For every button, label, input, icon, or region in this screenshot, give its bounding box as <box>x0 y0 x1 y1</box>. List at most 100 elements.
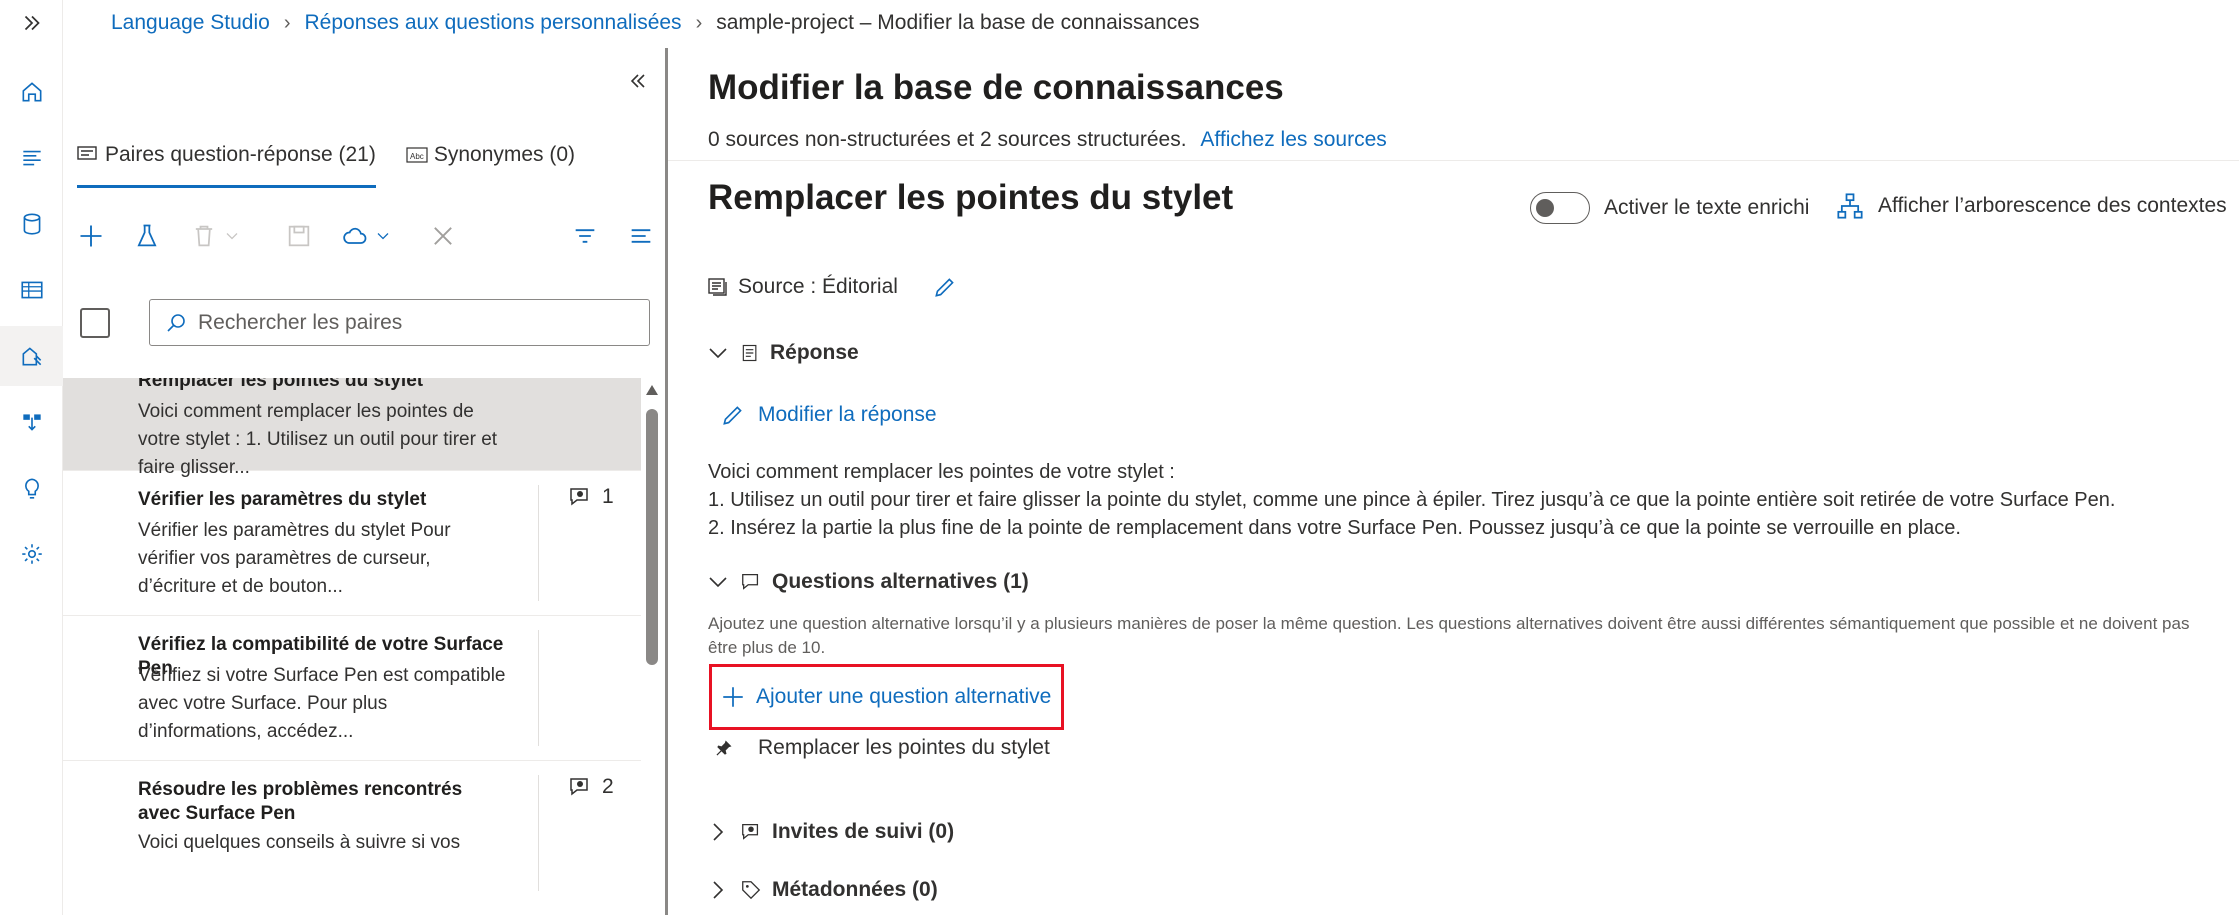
pencil-icon[interactable] <box>932 274 958 300</box>
tab-qna-pairs-label: Paires question-réponse (21) <box>105 143 376 166</box>
database-icon <box>23 213 40 235</box>
hierarchy-icon <box>1837 193 1863 219</box>
publish-button[interactable] <box>341 216 393 256</box>
list-item[interactable]: Remplacer les pointes du stylet Voici co… <box>63 378 641 478</box>
answer-section-header[interactable]: Réponse <box>706 341 859 365</box>
divider <box>538 378 539 464</box>
expand-icon <box>24 15 40 31</box>
context-tree-label: Afficher l’arborescence des contextes <box>1878 194 2227 217</box>
note-icon <box>742 344 757 362</box>
list-item-title: Résoudre les problèmes rencontrés avec S… <box>138 779 463 824</box>
nav-database[interactable] <box>0 194 63 254</box>
search-input[interactable] <box>198 310 638 335</box>
list-item-desc: Voici comment remplacer les pointes de v… <box>138 401 498 478</box>
chevron-right-icon: › <box>283 11 291 34</box>
view-sources-link[interactable]: Affichez les sources <box>1200 128 1386 151</box>
view-options-button[interactable] <box>627 216 655 256</box>
breadcrumb: Language Studio › Réponses aux questions… <box>111 8 1200 38</box>
list-item-desc: Vérifier les paramètres du stylet Pour v… <box>138 520 451 597</box>
pin-icon[interactable] <box>714 738 734 758</box>
add-pair-button[interactable] <box>77 216 105 256</box>
scroll-thumb[interactable] <box>646 409 658 665</box>
document-icon <box>708 278 727 296</box>
sources-text: 0 sources non-structurées et 2 sources s… <box>708 128 1187 151</box>
answer-line: 2. Insérez la partie la plus fine de la … <box>708 517 1961 539</box>
settings-icon <box>21 544 42 564</box>
close-icon <box>434 227 452 245</box>
flask-icon <box>137 224 157 247</box>
filter-button[interactable] <box>571 216 599 256</box>
answer-line: 1. Utilisez un outil pour tirer et faire… <box>708 489 2116 511</box>
nav-ideas[interactable] <box>0 458 63 518</box>
qna-list: Remplacer les pointes du stylet Voici co… <box>63 378 641 915</box>
source-row: Source : Éditorial <box>706 274 958 300</box>
alt-questions-label: Questions alternatives (1) <box>772 570 1029 593</box>
chevron-right-icon <box>713 881 724 899</box>
add-alt-question-button[interactable]: Ajouter une question alternative <box>709 664 1064 730</box>
followup-section-label: Invites de suivi (0) <box>772 820 955 843</box>
expand-nav-button[interactable] <box>0 0 63 46</box>
list-scrollbar[interactable] <box>644 385 660 915</box>
tab-synonyms-label: Synonymes (0) <box>433 143 576 166</box>
rich-text-label: Activer le texte enrichi <box>1604 196 1810 219</box>
rich-text-toggle[interactable] <box>1530 192 1590 224</box>
save-button[interactable] <box>285 216 313 256</box>
delete-button[interactable] <box>190 216 242 256</box>
chevron-down-icon <box>377 233 389 240</box>
nav-deploy[interactable] <box>0 392 63 452</box>
followup-section-header[interactable]: Invites de suivi (0) <box>706 820 954 844</box>
list-item[interactable]: Vérifiez la compatibilité de votre Surfa… <box>63 616 641 761</box>
alt-question-row: Remplacer les pointes du stylet <box>714 736 1050 760</box>
breadcrumb-custom-qa[interactable]: Réponses aux questions personnalisées <box>304 11 681 35</box>
plus-icon <box>80 225 102 247</box>
search-box[interactable] <box>149 299 650 346</box>
followup-badge: 2 <box>568 775 614 799</box>
editor-panel: Modifier la base de connaissances 0 sour… <box>668 48 2239 915</box>
list-item[interactable]: Vérifier les paramètres du stylet Vérifi… <box>63 471 641 616</box>
chevron-down-icon <box>226 233 238 240</box>
followup-badge: 1 <box>568 485 614 509</box>
breadcrumb-language-studio[interactable]: Language Studio <box>111 11 270 35</box>
qna-toolbar <box>77 216 657 256</box>
cloud-icon <box>343 227 367 244</box>
divider <box>538 775 539 891</box>
nav-table[interactable] <box>0 260 63 320</box>
discard-button[interactable] <box>429 216 457 256</box>
nav-settings[interactable] <box>0 524 63 584</box>
followup-count: 1 <box>602 485 614 508</box>
nav-knowledge[interactable] <box>0 326 63 386</box>
list-item-title: Vérifier les paramètres du stylet <box>138 489 427 510</box>
list-item[interactable]: Résoudre les problèmes rencontrés avec S… <box>63 761 641 915</box>
divider <box>668 160 2239 161</box>
plus-icon <box>723 687 743 707</box>
pencil-icon <box>723 406 742 425</box>
context-tree-button[interactable]: Afficher l’arborescence des contextes <box>1836 192 2227 220</box>
metadata-section-label: Métadonnées (0) <box>772 878 938 901</box>
divider <box>538 630 539 746</box>
edit-answer-button[interactable]: Modifier la réponse <box>720 402 937 428</box>
metadata-section-header[interactable]: Métadonnées (0) <box>706 878 938 902</box>
scroll-up-arrow[interactable] <box>646 385 658 395</box>
search-icon <box>167 313 185 332</box>
edit-answer-label: Modifier la réponse <box>758 403 937 426</box>
trash-icon <box>195 225 213 247</box>
nav-text[interactable] <box>0 128 63 188</box>
chevron-right-icon: › <box>695 11 703 34</box>
knowledge-icon <box>22 347 41 366</box>
nav-home[interactable] <box>0 62 63 122</box>
breadcrumb-current: sample-project – Modifier la base de con… <box>716 11 1200 34</box>
select-all-checkbox[interactable] <box>80 308 110 338</box>
alt-questions-header[interactable]: Questions alternatives (1) <box>706 570 1029 594</box>
list-item-desc: Voici quelques conseils à suivre si vos <box>138 832 461 853</box>
qna-title: Remplacer les pointes du stylet <box>708 178 1234 217</box>
qna-list-panel: Paires question-réponse (21) Abc Synonym… <box>63 48 665 915</box>
rich-text-control: Activer le texte enrichi <box>1530 192 1809 224</box>
tab-synonyms[interactable]: Abc Synonymes (0) <box>406 132 575 178</box>
answer-section-label: Réponse <box>770 341 859 364</box>
source-label: Source : Éditorial <box>738 275 898 298</box>
tab-qna-pairs[interactable]: Paires question-réponse (21) <box>77 132 376 188</box>
collapse-panel-button[interactable] <box>623 66 653 96</box>
add-alt-question-label: Ajouter une question alternative <box>756 685 1052 708</box>
nav-rail <box>0 0 63 915</box>
test-button[interactable] <box>133 216 161 256</box>
